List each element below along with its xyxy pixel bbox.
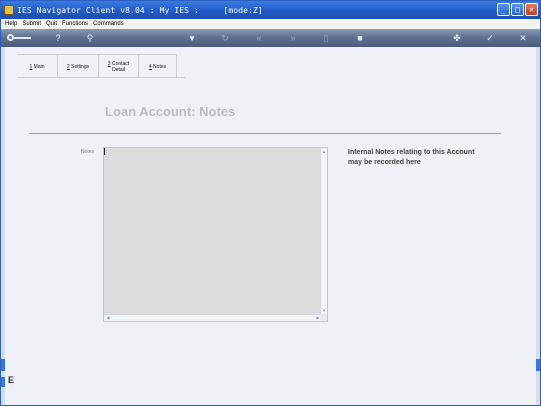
tab-notes-label: Notes [153,63,167,70]
notes-horizontal-scrollbar[interactable]: ◀ ▶ [104,314,322,321]
window-controls: _ □ × [497,3,538,16]
scroll-up-icon[interactable]: ▲ [321,149,327,155]
tab-bar: 1 Main 2 Settings 3 Contact Detail 4 Note… [17,54,177,78]
tab-main[interactable]: 1 Main [17,55,57,78]
tab-main-label: Main [33,63,45,70]
tab-main-key: 1 [29,63,33,70]
help-text: Internal Notes relating to this Account … [348,149,475,166]
right-strip-marker [536,359,540,371]
maximize-button[interactable]: □ [511,3,524,16]
close-button[interactable]: × [525,3,538,16]
heart-icon[interactable]: ♥ [185,32,199,44]
menu-bar: Help Submit Quit Functions Commands [1,19,540,29]
page-title: Loan Account: Notes [105,104,236,119]
tab-settings-label: Settings [71,63,90,70]
document-icon[interactable]: ▯ [319,32,333,44]
scroll-left-icon[interactable]: ◀ [105,315,111,321]
menu-commands[interactable]: Commands [93,21,124,27]
tools-icon[interactable]: ✤ [450,32,464,44]
menu-quit[interactable]: Quit [46,21,57,27]
tab-contact-detail[interactable]: 3 Contact Detail [98,55,138,78]
notes-vertical-scrollbar[interactable]: ▲ ▼ [320,148,327,315]
tab-notes-key: 4 [148,63,152,70]
menu-functions[interactable]: Functions [62,21,88,27]
refresh-icon[interactable]: ↻ [218,32,232,44]
tab-divider [17,77,185,78]
tab-contact-label-2: Detail [112,66,125,73]
minimize-button[interactable]: _ [497,3,510,16]
side-panel-icon[interactable]: E [8,375,14,385]
window-title: IES Navigator Client v8.04 : My IES : [m… [17,5,263,15]
left-strip-marker [1,377,5,387]
title-bar[interactable]: IES Navigator Client v8.04 : My IES : [m… [1,1,540,19]
save-icon[interactable]: ■ [353,32,367,44]
text-cursor [104,148,105,155]
scroll-corner [320,314,327,321]
help-icon[interactable]: ? [51,32,65,44]
cancel-icon[interactable]: ✕ [516,32,530,44]
menu-submit[interactable]: Submit [22,21,41,27]
tab-settings[interactable]: 2 Settings [57,55,98,78]
right-edge-strip [536,47,540,405]
app-icon [4,5,14,15]
tab-settings-key: 2 [66,63,70,70]
tab-contact-key: 3 [107,60,111,67]
tab-notes[interactable]: 4 Notes [138,55,177,78]
notes-label: Notes [81,149,95,155]
left-edge-strip [1,47,5,405]
menu-help[interactable]: Help [5,21,17,27]
ok-icon[interactable]: ✓ [483,32,497,44]
key-icon[interactable] [7,32,33,44]
title-divider [29,133,501,134]
toolbar: ? ⚲ ♥ ↻ « » ▯ ■ ✤ ✓ ✕ [1,29,540,47]
search-icon[interactable]: ⚲ [83,32,97,44]
application-window: IES Navigator Client v8.04 : My IES : [m… [0,0,541,406]
left-strip-marker [1,359,5,371]
rewind-icon[interactable]: « [252,32,266,44]
notes-textarea[interactable]: ▲ ▼ ◀ ▶ [103,147,328,322]
fast-forward-icon[interactable]: » [286,32,300,44]
